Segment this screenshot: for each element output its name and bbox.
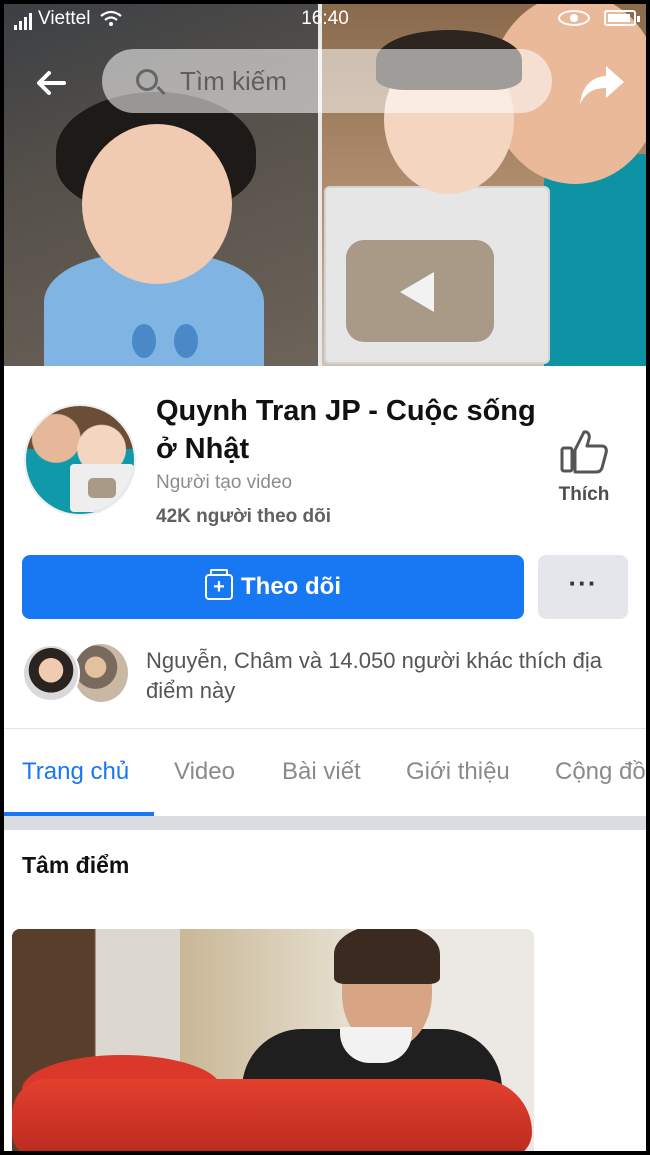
highlight-video-thumbnail[interactable] (12, 929, 534, 1151)
section-title: Tâm điểm (22, 852, 130, 878)
more-options-button[interactable]: ··· (538, 555, 628, 619)
share-icon[interactable] (578, 60, 626, 108)
tab-community[interactable]: Cộng đồ (555, 758, 646, 786)
friend-avatar[interactable] (74, 644, 128, 702)
page-category: Người tạo video (156, 472, 293, 493)
facebook-page-screen: Viettel 16:40 Tìm kiếm Quynh Tran JP - C… (4, 4, 646, 1151)
page-title: Quynh Tran JP - Cuộc sống ở Nhật (156, 395, 536, 465)
thumbs-up-icon (560, 430, 608, 474)
follow-button[interactable]: Theo dõi (22, 555, 524, 619)
tab-posts[interactable]: Bài viết (282, 758, 361, 786)
search-placeholder: Tìm kiếm (180, 66, 287, 96)
page-tabs: Trang chủ Video Bài viết Giới thiệu Cộng… (4, 730, 646, 816)
divider (4, 728, 646, 729)
friend-avatar[interactable] (22, 644, 80, 702)
eye-comfort-icon (558, 10, 590, 26)
friends-like-text[interactable]: Nguyễn, Châm và 14.050 người khác thích … (146, 646, 626, 706)
follow-label: Theo dõi (241, 573, 341, 600)
tab-about[interactable]: Giới thiệu (406, 758, 510, 786)
page-avatar[interactable] (24, 404, 136, 516)
back-arrow-icon[interactable] (34, 66, 68, 100)
search-icon (136, 69, 158, 91)
section-separator (4, 816, 646, 830)
tab-home[interactable]: Trang chủ (22, 758, 129, 786)
follow-page-icon (205, 569, 233, 600)
status-bar: Viettel 16:40 (4, 4, 646, 34)
follower-count: 42K người theo dõi (156, 506, 332, 527)
like-label: Thích (558, 484, 610, 505)
search-bar[interactable]: Tìm kiếm (102, 49, 552, 113)
tab-video[interactable]: Video (174, 758, 235, 786)
battery-icon (604, 10, 640, 26)
more-icon: ··· (568, 568, 598, 598)
like-page-button[interactable]: Thích (544, 428, 624, 506)
clock: 16:40 (301, 8, 349, 29)
